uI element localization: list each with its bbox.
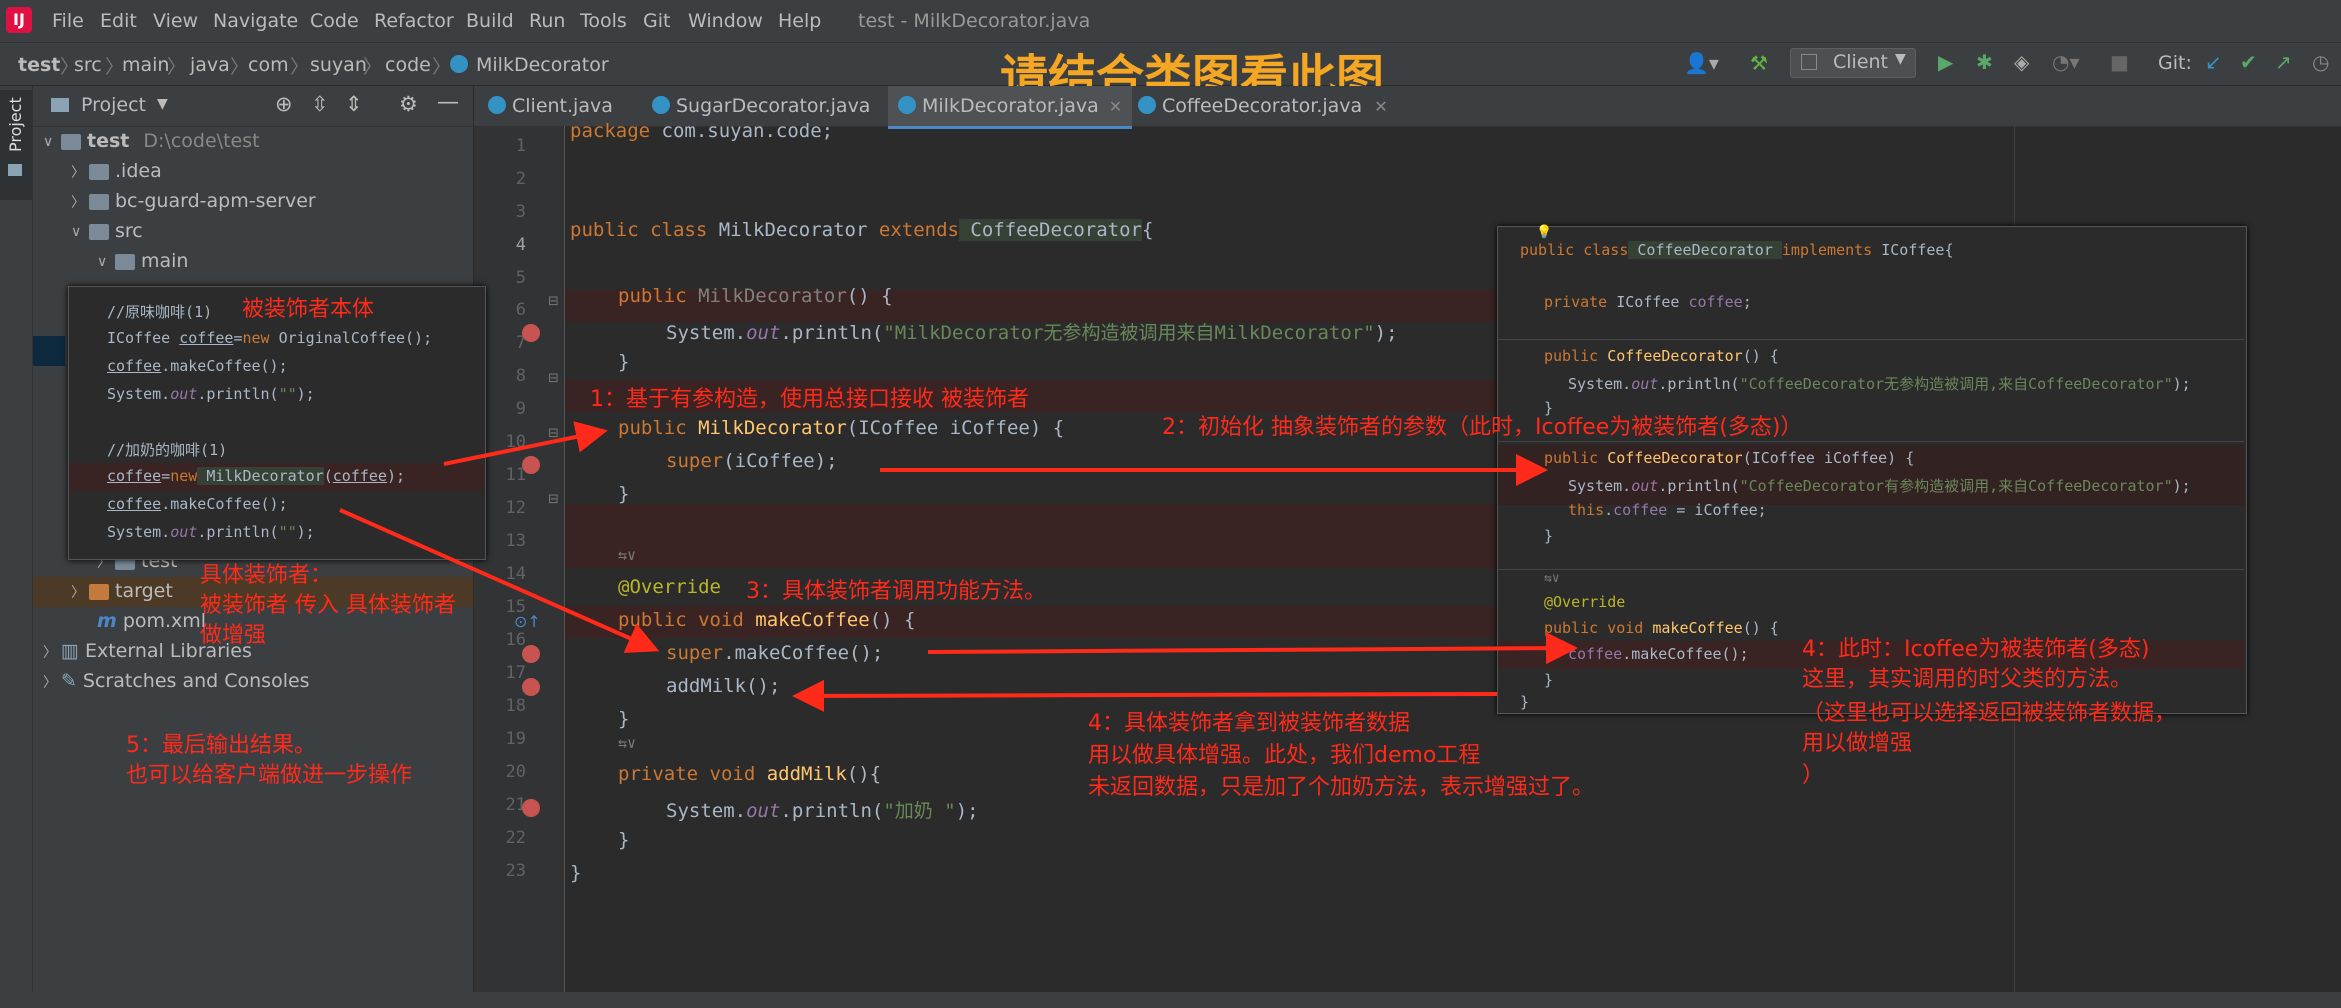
annotation-arrows bbox=[339, 421, 1578, 712]
arrow-step4-return bbox=[792, 679, 1498, 712]
arrow-step4-right bbox=[927, 632, 1578, 665]
arrow-concrete bbox=[339, 508, 660, 653]
status-bar bbox=[0, 992, 2341, 1008]
arrow-step1 bbox=[443, 421, 608, 466]
